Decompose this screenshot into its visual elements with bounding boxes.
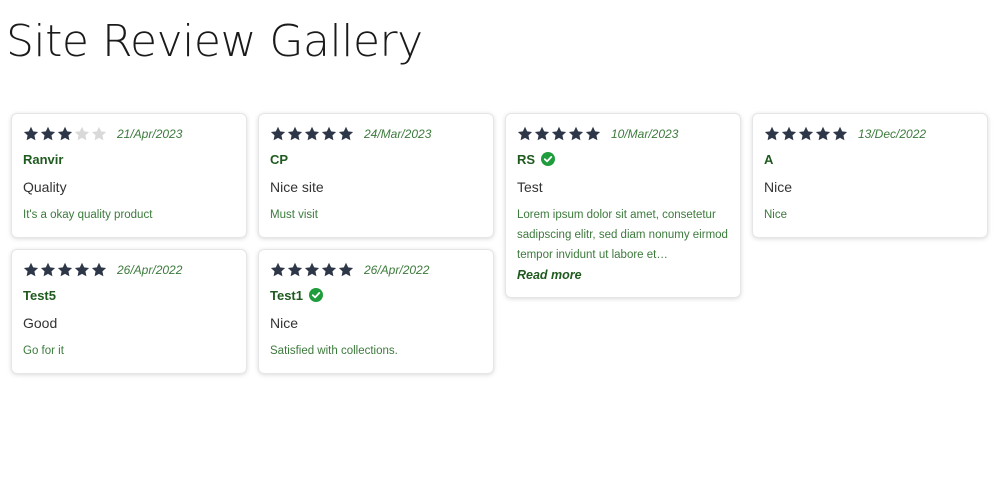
star-filled-icon xyxy=(304,126,320,142)
page-title: Site Review Gallery xyxy=(6,16,423,67)
verified-check-icon xyxy=(309,288,323,302)
star-filled-icon xyxy=(764,126,780,142)
star-filled-icon xyxy=(57,126,73,142)
star-filled-icon xyxy=(798,126,814,142)
star-filled-icon xyxy=(534,126,550,142)
review-author: Test5 xyxy=(23,286,235,304)
star-filled-icon xyxy=(551,126,567,142)
gallery-column-3: 10/Mar/2023 RS Test Lorem ipsum dolor sit a… xyxy=(505,113,741,298)
star-filled-icon xyxy=(568,126,584,142)
star-filled-icon xyxy=(57,262,73,278)
star-rating xyxy=(270,262,354,278)
review-author: A xyxy=(764,150,976,168)
star-filled-icon xyxy=(781,126,797,142)
review-body: Go for it xyxy=(23,345,64,357)
review-body: Lorem ipsum dolor sit amet, consetetur s… xyxy=(517,209,728,261)
author-name: A xyxy=(764,151,774,167)
star-filled-icon xyxy=(270,126,286,142)
star-filled-icon xyxy=(23,262,39,278)
author-name: Test1 xyxy=(270,287,303,303)
review-title: Quality xyxy=(23,179,67,195)
review-date: 21/Apr/2023 xyxy=(117,127,183,141)
review-card: 26/Apr/2022 Test5 Good Go for it xyxy=(11,249,247,374)
review-header: 26/Apr/2022 xyxy=(270,260,482,280)
star-filled-icon xyxy=(40,126,56,142)
review-date: 26/Apr/2022 xyxy=(117,263,183,277)
page: Site Review Gallery 21/Apr/2023 Ranvir Qua… xyxy=(0,0,999,484)
review-body: Satisfied with collections. xyxy=(270,345,398,357)
review-date: 10/Mar/2023 xyxy=(611,127,679,141)
review-card: 13/Dec/2022 A Nice Nice xyxy=(752,113,988,238)
gallery-column-1: 21/Apr/2023 Ranvir Quality It's a okay qual… xyxy=(11,113,247,374)
author-name: Test5 xyxy=(23,287,56,303)
review-card: 10/Mar/2023 RS Test Lorem ipsum dolor sit a… xyxy=(505,113,741,298)
review-header: 21/Apr/2023 xyxy=(23,124,235,144)
verified-check-icon xyxy=(541,152,556,166)
review-gallery: 21/Apr/2023 Ranvir Quality It's a okay qual… xyxy=(11,113,988,374)
read-more-link[interactable]: Read more xyxy=(517,265,582,285)
review-author: Ranvir xyxy=(23,150,235,168)
star-filled-icon xyxy=(287,126,303,142)
star-filled-icon xyxy=(517,126,533,142)
review-body: Nice xyxy=(764,209,788,221)
star-filled-icon xyxy=(321,126,337,142)
star-filled-icon xyxy=(585,126,601,142)
gallery-column-2: 24/Mar/2023 CP Nice site Must visit 26/Apr/… xyxy=(258,113,494,374)
star-filled-icon xyxy=(270,262,286,278)
star-rating xyxy=(270,126,354,142)
star-filled-icon xyxy=(91,262,107,278)
review-card: 26/Apr/2022 Test1 Nice Satisfied with colle… xyxy=(258,249,494,374)
review-date: 26/Apr/2022 xyxy=(364,263,430,277)
star-filled-icon xyxy=(321,262,337,278)
review-title: Test xyxy=(517,179,543,195)
star-rating xyxy=(23,126,107,142)
author-name: Ranvir xyxy=(23,151,64,167)
star-rating xyxy=(764,126,848,142)
star-filled-icon xyxy=(338,126,354,142)
author-name: RS xyxy=(517,151,536,167)
review-date: 13/Dec/2022 xyxy=(858,127,927,141)
star-empty-icon xyxy=(91,126,107,142)
star-filled-icon xyxy=(40,262,56,278)
star-rating xyxy=(517,126,601,142)
star-rating xyxy=(23,262,107,278)
review-author: CP xyxy=(270,150,482,168)
star-empty-icon xyxy=(74,126,90,142)
review-header: 10/Mar/2023 xyxy=(517,124,729,144)
review-title: Good xyxy=(23,315,58,331)
star-filled-icon xyxy=(23,126,39,142)
author-name: CP xyxy=(270,151,289,167)
review-title: Nice xyxy=(764,179,793,195)
star-filled-icon xyxy=(815,126,831,142)
review-header: 13/Dec/2022 xyxy=(764,124,976,144)
review-title: Nice xyxy=(270,315,299,331)
review-author: RS xyxy=(517,150,729,168)
review-date: 24/Mar/2023 xyxy=(364,127,432,141)
review-body: It's a okay quality product xyxy=(23,209,153,221)
review-card: 21/Apr/2023 Ranvir Quality It's a okay qual… xyxy=(11,113,247,238)
review-header: 26/Apr/2022 xyxy=(23,260,235,280)
star-filled-icon xyxy=(74,262,90,278)
gallery-column-4: 13/Dec/2022 A Nice Nice xyxy=(752,113,988,238)
star-filled-icon xyxy=(304,262,320,278)
review-header: 24/Mar/2023 xyxy=(270,124,482,144)
star-filled-icon xyxy=(832,126,848,142)
review-body: Must visit xyxy=(270,209,318,221)
review-author: Test1 xyxy=(270,286,482,304)
star-filled-icon xyxy=(287,262,303,278)
star-filled-icon xyxy=(338,262,354,278)
review-card: 24/Mar/2023 CP Nice site Must visit xyxy=(258,113,494,238)
review-title: Nice site xyxy=(270,179,324,195)
